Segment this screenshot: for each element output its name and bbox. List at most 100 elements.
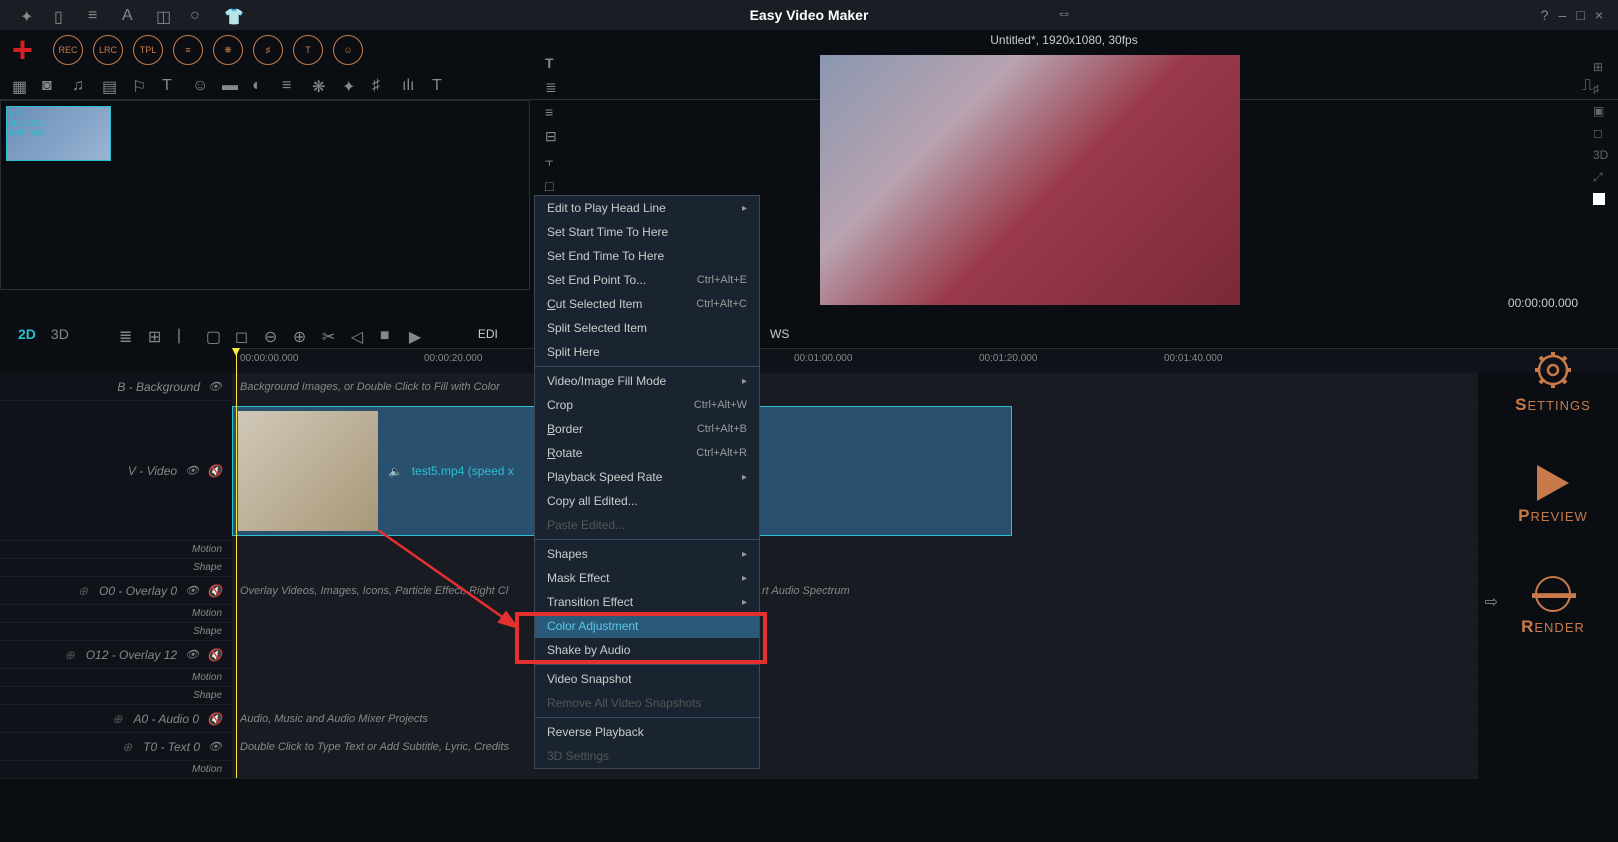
puzzle-icon[interactable]: ✦ xyxy=(342,77,358,93)
eye-icon[interactable]: 👁 xyxy=(208,380,222,393)
bookmark-icon[interactable]: ▯ xyxy=(54,7,70,23)
tab-3d[interactable]: 3D xyxy=(51,326,69,342)
track-bg-content[interactable]: Background Images, or Double Click to Fi… xyxy=(232,373,1478,400)
bars-icon[interactable]: ılı xyxy=(402,77,418,93)
film-icon[interactable]: ▤ xyxy=(102,77,118,93)
stop2-icon[interactable] xyxy=(1593,193,1605,205)
add-button[interactable]: + xyxy=(12,29,33,71)
menu-copy-edited[interactable]: Copy all Edited... xyxy=(535,489,759,513)
screen-icon[interactable]: ▣ xyxy=(1593,104,1613,118)
frame-icon[interactable]: ▢ xyxy=(206,327,220,341)
help-button[interactable]: ? xyxy=(1541,7,1549,23)
music-icon[interactable]: ♫ xyxy=(72,77,88,93)
t-icon[interactable]: T xyxy=(432,77,448,93)
marker-icon[interactable]: ⚐ xyxy=(132,77,148,93)
flower-button[interactable]: ❋ xyxy=(213,35,243,65)
ruler-icon[interactable]: ⊟ xyxy=(545,128,565,145)
timeline-ruler[interactable]: 00:00:00.000 00:00:20.000 00:01:00.000 0… xyxy=(232,348,1618,373)
menu-snapshot[interactable]: Video Snapshot xyxy=(535,667,759,691)
menu-split-here[interactable]: Split Here xyxy=(535,340,759,364)
search-icon[interactable]: ○ xyxy=(190,7,206,23)
box-icon[interactable]: □ xyxy=(545,178,565,194)
menu-set-start[interactable]: Set Start Time To Here xyxy=(535,220,759,244)
list-view-icon[interactable]: ≣ xyxy=(119,327,133,341)
track-ov0-content[interactable]: Overlay Videos, Images, Icons, Particle … xyxy=(232,577,1478,604)
export-arrow-icon[interactable]: ⇨ xyxy=(1485,592,1498,612)
track-icon[interactable]: ♯ xyxy=(1593,82,1613,96)
mute-icon[interactable]: 🔇 xyxy=(207,648,222,662)
menu-split-selected[interactable]: Split Selected Item xyxy=(535,316,759,340)
menu-bars-icon[interactable]: ≡ xyxy=(88,7,104,23)
eye-icon[interactable]: 👁 xyxy=(185,464,199,477)
align2-icon[interactable]: ≡ xyxy=(545,104,565,120)
rec-button[interactable]: REC xyxy=(53,35,83,65)
eye-icon[interactable]: 👁 xyxy=(208,740,222,753)
menu-fill-mode[interactable]: Video/Image Fill Mode▸ xyxy=(535,369,759,393)
menu-cut[interactable]: CCut Selected Itemut Selected ItemCtrl+A… xyxy=(535,292,759,316)
menu-mask[interactable]: Mask Effect▸ xyxy=(535,566,759,590)
battery-icon[interactable]: ▬ xyxy=(222,77,238,93)
zoom-out-icon[interactable]: ⊖ xyxy=(264,327,278,341)
cut-icon[interactable]: ✂ xyxy=(322,327,336,341)
person-button[interactable]: ☺ xyxy=(333,35,363,65)
minimize-button[interactable]: – xyxy=(1559,7,1567,23)
menu-rotate[interactable]: RotateCtrl+Alt+R xyxy=(535,441,759,465)
smile-icon[interactable]: ☺ xyxy=(192,77,208,93)
menu-shake[interactable]: Shake by Audio xyxy=(535,638,759,662)
text-button[interactable]: T xyxy=(293,35,323,65)
playhead[interactable] xyxy=(236,348,237,778)
mute-icon[interactable]: 🔇 xyxy=(207,464,222,478)
compass-icon[interactable]: A xyxy=(122,7,138,23)
maximize-button[interactable]: □ xyxy=(1576,7,1584,23)
zoom-in-icon[interactable]: ⊕ xyxy=(293,327,307,341)
lrc-button[interactable]: LRC xyxy=(93,35,123,65)
contrast-icon[interactable]: ◐ xyxy=(252,77,268,93)
eye-icon[interactable]: 👁 xyxy=(185,648,199,661)
list-button[interactable]: ≡ xyxy=(173,35,203,65)
track-video-content[interactable]: 🔈 test5.mp4 (speed x r) xyxy=(232,401,1478,540)
menu-reverse[interactable]: Reverse Playback xyxy=(535,720,759,744)
sharp-icon[interactable]: ♯ xyxy=(372,77,388,93)
window-icon[interactable]: ◻ xyxy=(1593,126,1613,140)
snap-icon[interactable]: ◻ xyxy=(235,327,249,341)
render-button[interactable]: ▬▬▬ RENDER xyxy=(1521,576,1585,637)
3d-icon[interactable]: 3D xyxy=(1593,148,1613,162)
expand-icon[interactable]: ⊞ xyxy=(1593,60,1613,74)
menu-set-end[interactable]: Set End Time To Here xyxy=(535,244,759,268)
add-track-button[interactable]: ⊕ xyxy=(119,740,135,754)
stop-icon[interactable]: ■ xyxy=(380,327,394,341)
menu-color-adjustment[interactable]: Color Adjustment xyxy=(535,614,759,638)
chart-icon[interactable]: ⫟ xyxy=(545,153,565,170)
camera-icon[interactable]: ◙ xyxy=(42,77,58,93)
menu-transition[interactable]: Transition Effect▸ xyxy=(535,590,759,614)
preview-button[interactable]: PREVIEW xyxy=(1518,465,1588,526)
grid-icon[interactable]: ▦ xyxy=(12,77,28,93)
snow-icon[interactable]: ❋ xyxy=(312,77,328,93)
add-track-button[interactable]: ⊕ xyxy=(109,712,125,726)
list2-icon[interactable]: ≡ xyxy=(282,77,298,93)
text-tool-icon[interactable]: T xyxy=(545,55,565,71)
grid-view-icon[interactable]: ⊞ xyxy=(148,327,162,341)
panels-icon[interactable]: ◫ xyxy=(156,7,172,23)
menu-speed[interactable]: Playback Speed Rate▸ xyxy=(535,465,759,489)
tpl-button[interactable]: TPL xyxy=(133,35,163,65)
mute-icon[interactable]: 🔇 xyxy=(207,584,222,598)
add-track-button[interactable]: ⊕ xyxy=(75,584,91,598)
menu-crop[interactable]: CropCtrl+Alt+W xyxy=(535,393,759,417)
eye-icon[interactable]: 👁 xyxy=(185,584,199,597)
preview-video[interactable] xyxy=(820,55,1240,305)
play-icon[interactable]: ▶ xyxy=(409,327,423,341)
tune-button[interactable]: ♯ xyxy=(253,35,283,65)
settings-button[interactable]: SETTINGS xyxy=(1515,350,1591,415)
tshirt-icon[interactable]: 👕 xyxy=(224,7,240,23)
add-track-button[interactable]: ⊕ xyxy=(62,648,78,662)
menu-set-endpoint[interactable]: Set End Point To...Ctrl+Alt+E xyxy=(535,268,759,292)
menu-edit-playhead[interactable]: Edit to Play Head Line▸ xyxy=(535,196,759,220)
align-icon[interactable]: ≣ xyxy=(545,79,565,96)
menu-border[interactable]: BorderCtrl+Alt+B xyxy=(535,417,759,441)
prev-icon[interactable]: ◁ xyxy=(351,327,365,341)
media-clip[interactable]: V:1 00:01:23.4 test5.mp4 xyxy=(6,106,111,161)
swap-icon[interactable]: ⤢ xyxy=(1593,170,1613,185)
type-icon[interactable]: T xyxy=(162,77,178,93)
mute-icon[interactable]: 🔇 xyxy=(207,712,222,726)
